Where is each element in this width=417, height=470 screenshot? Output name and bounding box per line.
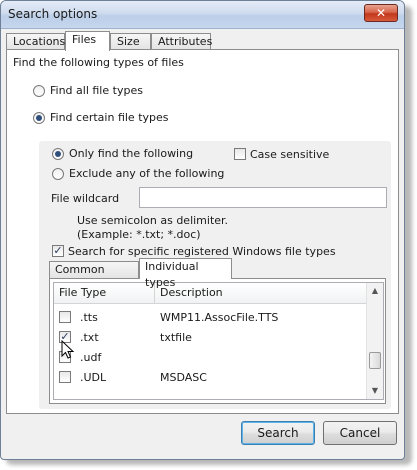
list-item[interactable]: .udf (54, 347, 367, 367)
row-description: MSDASC (160, 371, 207, 384)
title-bar[interactable]: Search options ✕ (1, 1, 404, 29)
list-header: File Type Description (54, 283, 367, 304)
row-checkbox[interactable] (59, 311, 71, 323)
cancel-button[interactable]: Cancel (323, 421, 397, 445)
row-file-type: .UDL (80, 371, 107, 384)
hint-line-2: (Example: *.txt; *.doc) (77, 228, 201, 241)
list-item[interactable]: ✓ .txt txtfile (54, 327, 367, 347)
tab-locations[interactable]: Locations (6, 33, 65, 50)
subtab-individual-types[interactable]: Individual types (139, 258, 232, 289)
row-description: txtfile (160, 331, 192, 344)
scroll-up-icon[interactable]: ▲ (367, 283, 383, 299)
list-item[interactable]: .tts WMP11.AssocFile.TTS (54, 307, 367, 327)
find-certain-label[interactable]: Find certain file types (50, 111, 169, 124)
find-all-label[interactable]: Find all file types (50, 84, 143, 97)
only-find-label[interactable]: Only find the following (69, 147, 193, 160)
column-file-type[interactable]: File Type (59, 286, 106, 299)
section-label: Find the following types of files (13, 56, 184, 69)
hint-line-1: Use semicolon as delimiter. (77, 214, 229, 227)
scrollbar-thumb[interactable] (369, 352, 381, 369)
registered-types-checkbox[interactable]: ✓ (52, 245, 64, 257)
window-title: Search options (8, 7, 98, 21)
find-all-radio[interactable] (33, 85, 45, 97)
find-certain-radio[interactable] (33, 112, 45, 124)
tab-attributes[interactable]: Attributes (151, 33, 212, 50)
close-button[interactable]: ✕ (364, 4, 398, 22)
case-sensitive-label[interactable]: Case sensitive (250, 148, 329, 161)
row-file-type: .tts (80, 311, 98, 324)
wildcard-label: File wildcard (51, 192, 120, 205)
row-file-type: .txt (80, 331, 99, 344)
tab-files[interactable]: Files (65, 31, 110, 51)
subtab-common-groups[interactable]: Common Groups (49, 261, 139, 292)
file-type-list[interactable]: File Type Description .tts WMP11.AssocFi… (53, 282, 384, 400)
exclude-radio[interactable] (52, 168, 64, 180)
tab-size[interactable]: Size (110, 33, 151, 50)
search-button[interactable]: Search (241, 421, 315, 445)
wildcard-input[interactable] (139, 187, 387, 208)
case-sensitive-checkbox[interactable] (234, 148, 246, 160)
row-checkbox[interactable] (59, 371, 71, 383)
mouse-pointer-icon (61, 340, 75, 359)
close-icon: ✕ (375, 6, 387, 20)
row-file-type: .udf (80, 351, 102, 364)
only-find-radio[interactable] (52, 148, 64, 160)
search-options-dialog: Search options ✕ Locations Files Size At… (0, 0, 405, 460)
scroll-down-icon[interactable]: ▼ (367, 383, 383, 399)
exclude-label[interactable]: Exclude any of the following (69, 167, 224, 180)
row-description: WMP11.AssocFile.TTS (160, 311, 279, 324)
list-item[interactable]: .UDL MSDASC (54, 367, 367, 387)
individual-types-panel: File Type Description .tts WMP11.AssocFi… (49, 278, 386, 404)
registered-types-label[interactable]: Search for specific registered Windows f… (68, 245, 336, 258)
list-scrollbar[interactable]: ▲ ▼ (366, 283, 383, 399)
